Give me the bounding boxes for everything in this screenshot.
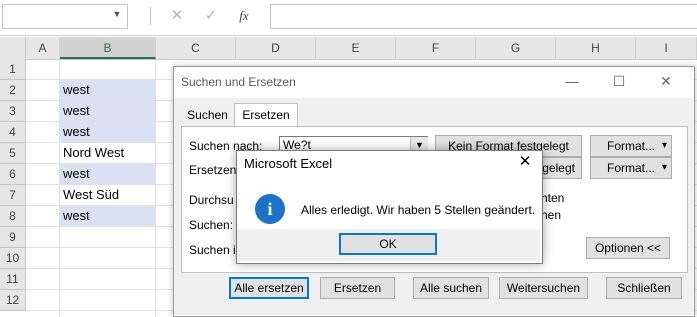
column-header[interactable]: C	[156, 37, 236, 59]
row-header[interactable]: 10	[0, 248, 26, 269]
cell-b7[interactable]: West Süd	[60, 185, 156, 205]
close-icon[interactable]: ✕	[653, 70, 679, 92]
dialog-title: Suchen und Ersetzen	[181, 75, 296, 89]
replace-button[interactable]: Ersetzen	[320, 277, 395, 299]
select-all-corner[interactable]	[0, 37, 26, 59]
column-header[interactable]: E	[316, 37, 396, 59]
function-icon[interactable]: fx	[233, 5, 255, 27]
row-header[interactable]: 7	[0, 185, 26, 206]
format-button[interactable]: Format...	[590, 135, 672, 157]
column-header[interactable]: I	[636, 37, 697, 59]
message-text: Alles erledigt. Wir haben 5 Stellen geän…	[301, 203, 536, 217]
column-header[interactable]: D	[236, 37, 316, 59]
row-header[interactable]: 11	[0, 269, 26, 290]
close-button[interactable]: Schließen	[606, 277, 682, 299]
find-next-button[interactable]: Weitersuchen	[499, 277, 588, 299]
search-in-label: Durchsu	[189, 193, 234, 207]
divider	[150, 7, 151, 25]
column-header[interactable]: B	[60, 37, 156, 59]
cell-b8[interactable]: west	[60, 206, 156, 226]
cell-b6[interactable]: west	[60, 164, 156, 184]
search-label: Suchen:	[189, 218, 234, 232]
column-header[interactable]: G	[476, 37, 556, 59]
close-icon[interactable]: ✕	[166, 5, 188, 27]
name-box[interactable]	[2, 4, 128, 29]
cell-b5[interactable]: Nord West	[60, 143, 156, 163]
info-icon: i	[255, 194, 285, 224]
check-icon[interactable]: ✓	[200, 5, 222, 27]
replace-label: Ersetzen	[189, 163, 237, 177]
row-header[interactable]: 8	[0, 206, 26, 227]
tab-ersetzen[interactable]: Ersetzen	[234, 103, 298, 127]
row-header[interactable]: 5	[0, 143, 26, 164]
cell-b4[interactable]: west	[60, 122, 156, 142]
row-header[interactable]: 1	[0, 59, 26, 80]
row-header[interactable]: 12	[0, 290, 26, 311]
formula-input[interactable]	[270, 4, 697, 29]
look-in-label: Suchen in	[189, 243, 243, 257]
row-header[interactable]: 2	[0, 80, 26, 101]
maximize-icon[interactable]: ☐	[606, 70, 632, 92]
chevron-down-icon[interactable]: ▼	[112, 9, 122, 21]
options-button[interactable]: Optionen <<	[586, 237, 670, 259]
find-all-button[interactable]: Alle suchen	[413, 277, 489, 299]
close-icon[interactable]: ✕	[514, 152, 536, 172]
row-header[interactable]: 3	[0, 101, 26, 122]
row-header[interactable]: 4	[0, 122, 26, 143]
row-header[interactable]: 9	[0, 227, 26, 248]
minimize-icon[interactable]: —	[559, 70, 585, 92]
ok-button[interactable]: OK	[339, 233, 437, 255]
cell-b2[interactable]: west	[60, 80, 156, 100]
column-header[interactable]: H	[556, 37, 636, 59]
message-box-title: Microsoft Excel	[244, 156, 333, 171]
row-header[interactable]: 6	[0, 164, 26, 185]
match-case-label: hten	[541, 191, 565, 205]
cell-b3[interactable]: west	[60, 101, 156, 121]
tab-suchen[interactable]: Suchen	[181, 104, 234, 126]
column-header[interactable]: F	[396, 37, 476, 59]
replace-all-button[interactable]: Alle ersetzen	[229, 277, 309, 299]
column-header[interactable]: A	[26, 37, 60, 59]
match-entire-label: hen	[541, 208, 562, 222]
format-button-2[interactable]: Format...	[590, 157, 672, 179]
